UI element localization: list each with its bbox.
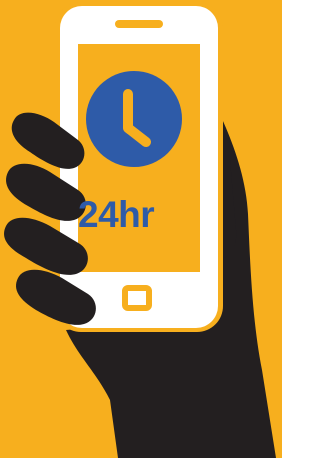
24hr-label: 24hr [78,194,155,235]
clock-face [86,71,182,167]
clock-icon [86,71,182,167]
smartphone-icon [55,2,223,332]
phone-speaker [115,20,163,28]
